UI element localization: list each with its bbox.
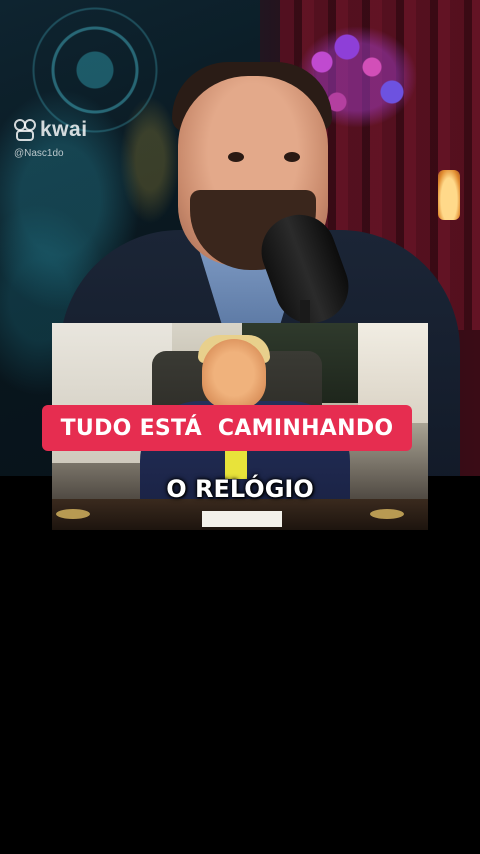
- kwai-icon: [14, 119, 36, 141]
- caption-top-text: TUDO ESTÁ CAMINHANDO: [60, 415, 394, 441]
- background-lamp: [438, 170, 460, 220]
- empty-black-area: [0, 530, 480, 854]
- kwai-watermark: kwai: [14, 118, 88, 142]
- inset-desk-item-right: [370, 509, 404, 519]
- kwai-brand-text: kwai: [40, 118, 88, 141]
- caption-bottom: O RELÓGIO: [100, 468, 380, 510]
- caption-highlight-box: TUDO ESTÁ CAMINHANDO: [42, 405, 412, 451]
- caption-bottom-text: O RELÓGIO: [166, 475, 314, 503]
- inset-man-face: [202, 339, 266, 409]
- host-eye-left: [228, 152, 244, 162]
- inset-desk-paper: [202, 511, 282, 527]
- host-eye-right: [284, 152, 300, 162]
- creator-handle: @Nasc1do: [14, 148, 64, 159]
- inset-desk-item-left: [56, 509, 90, 519]
